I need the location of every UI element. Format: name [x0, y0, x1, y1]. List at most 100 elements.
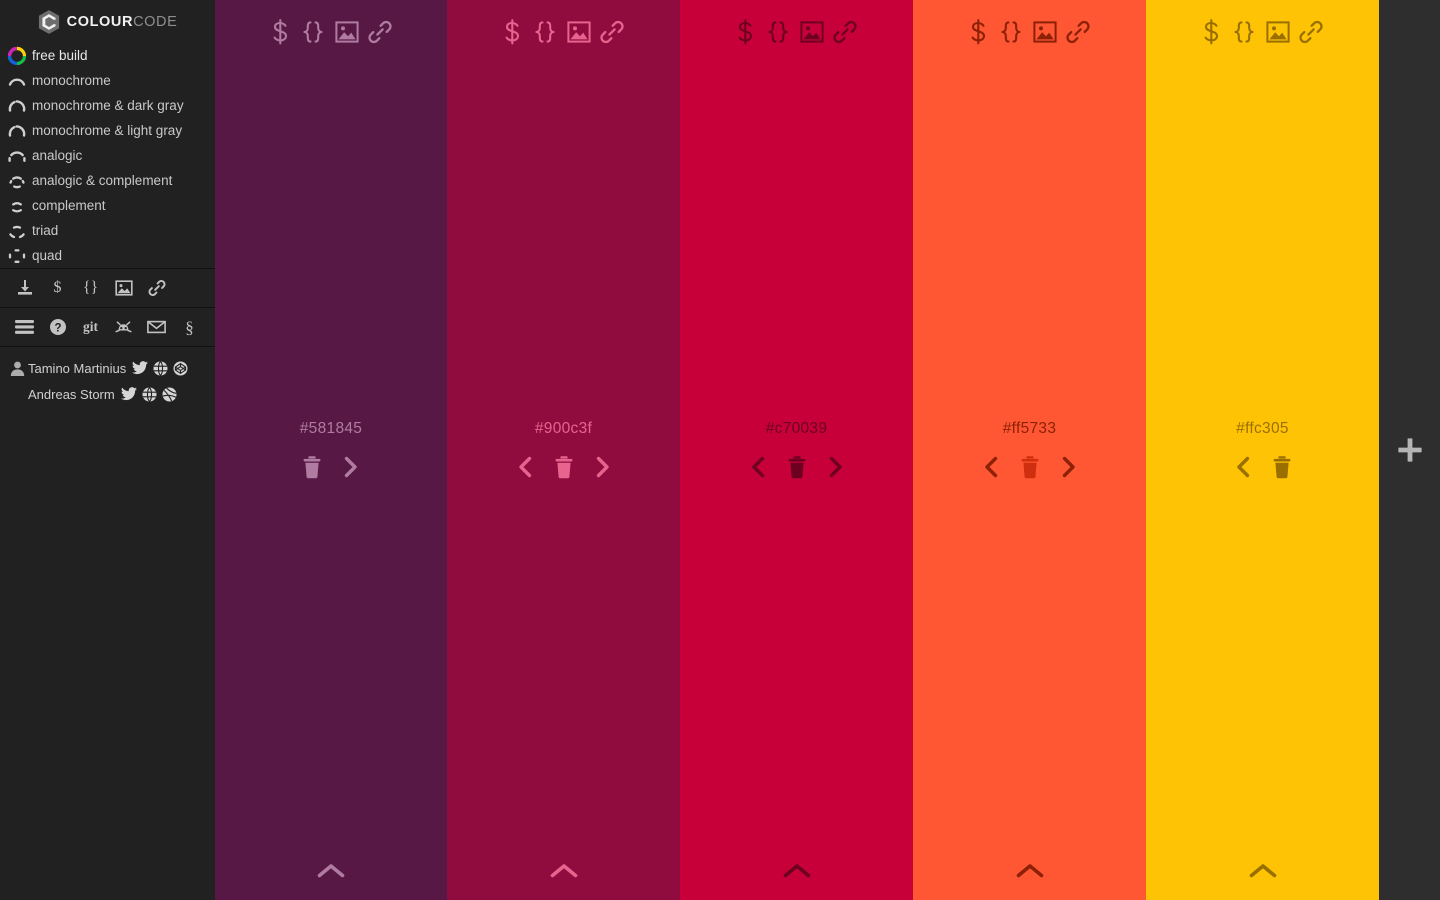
arc-analogic-icon	[3, 145, 30, 167]
image-icon[interactable]	[1266, 21, 1290, 43]
trash-icon[interactable]	[1019, 455, 1041, 479]
arc-quad-icon	[3, 245, 30, 267]
download-icon[interactable]	[8, 273, 41, 303]
braces-icon[interactable]	[1231, 19, 1257, 45]
braces-icon[interactable]	[765, 19, 791, 45]
chevron-up-icon[interactable]	[1146, 862, 1379, 880]
dollar-icon[interactable]	[503, 19, 523, 45]
sidebar: COLOURCODE free build monochrome monochr…	[0, 0, 215, 900]
chevron-right-icon[interactable]	[1059, 454, 1079, 480]
twitter-icon[interactable]	[132, 361, 149, 375]
column-center: #c70039	[680, 420, 913, 480]
sidebar-item-quad[interactable]: quad	[0, 243, 215, 268]
help-icon[interactable]: ?	[41, 312, 74, 342]
chevron-up-icon[interactable]	[447, 862, 680, 880]
colour-column[interactable]: #ff5733	[913, 0, 1146, 900]
column-export-icons	[969, 19, 1090, 45]
dribbble-icon[interactable]	[162, 387, 177, 402]
dollar-icon[interactable]: $	[41, 273, 74, 303]
hex-value[interactable]: #ff5733	[1003, 420, 1057, 438]
sidebar-item-label: analogic & complement	[32, 172, 173, 188]
link-icon[interactable]	[1066, 20, 1090, 44]
arc-mono-dark-icon	[3, 95, 30, 117]
braces-icon[interactable]: {}	[74, 273, 107, 303]
git-icon[interactable]: git	[74, 312, 107, 342]
sidebar-item-monochrome[interactable]: monochrome	[0, 68, 215, 93]
sidebar-item-monochrome-dark-gray[interactable]: monochrome & dark gray	[0, 93, 215, 118]
mail-icon[interactable]	[140, 312, 173, 342]
hex-value[interactable]: #ffc305	[1236, 420, 1289, 438]
sidebar-item-analogic-complement[interactable]: analogic & complement	[0, 168, 215, 193]
dollar-icon[interactable]	[1202, 19, 1222, 45]
chevron-up-icon[interactable]	[680, 862, 913, 880]
sidebar-item-analogic[interactable]: analogic	[0, 143, 215, 168]
colour-column[interactable]: #ffc305	[1146, 0, 1379, 900]
image-icon[interactable]	[334, 21, 359, 43]
twitter-icon[interactable]	[120, 387, 137, 401]
globe-icon[interactable]	[142, 386, 157, 402]
hex-value[interactable]: #900c3f	[535, 420, 592, 438]
link-icon[interactable]	[367, 20, 392, 44]
trash-icon[interactable]	[1271, 455, 1293, 479]
image-icon[interactable]	[800, 21, 824, 43]
column-center: #ffc305	[1146, 420, 1379, 480]
scheme-list: free build monochrome monochrome & dark …	[0, 40, 215, 268]
trash-icon[interactable]	[301, 455, 323, 479]
codepen-icon[interactable]	[173, 361, 188, 376]
hex-value[interactable]: #c70039	[766, 420, 828, 438]
link-icon[interactable]	[140, 273, 173, 303]
chevron-right-icon[interactable]	[826, 454, 846, 480]
link-icon[interactable]	[833, 20, 857, 44]
hexagon-c-logo-icon	[38, 10, 60, 34]
dollar-icon[interactable]	[969, 19, 989, 45]
bug-icon[interactable]	[107, 312, 140, 342]
chevron-right-icon[interactable]	[593, 454, 613, 480]
chevron-left-icon[interactable]	[515, 454, 535, 480]
colour-column[interactable]: #c70039	[680, 0, 913, 900]
braces-icon[interactable]	[300, 19, 326, 45]
credit-name: Andreas Storm	[28, 386, 115, 402]
chevron-up-icon[interactable]	[215, 862, 447, 880]
menu-icon[interactable]	[8, 312, 41, 342]
brand-title-bold: COLOUR	[66, 14, 134, 30]
chevron-left-icon[interactable]	[981, 454, 1001, 480]
trash-icon[interactable]	[553, 455, 575, 479]
sidebar-item-label: monochrome & dark gray	[32, 97, 184, 113]
brand-title: COLOURCODE	[67, 14, 178, 30]
braces-icon[interactable]	[532, 19, 558, 45]
chevron-left-icon[interactable]	[1233, 454, 1253, 480]
sidebar-item-monochrome-light-gray[interactable]: monochrome & light gray	[0, 118, 215, 143]
chevron-right-icon[interactable]	[341, 454, 361, 480]
sidebar-item-label: quad	[32, 247, 63, 263]
column-export-icons	[1202, 19, 1323, 45]
image-icon[interactable]	[567, 21, 591, 43]
sidebar-item-free-build[interactable]: free build	[0, 43, 215, 68]
image-icon[interactable]	[107, 273, 140, 303]
arc-mono-light-icon	[3, 120, 30, 142]
link-icon[interactable]	[600, 20, 624, 44]
sidebar-item-label: triad	[32, 222, 59, 238]
sidebar-item-triad[interactable]: triad	[0, 218, 215, 243]
braces-icon[interactable]	[998, 19, 1024, 45]
dollar-icon[interactable]	[271, 19, 291, 45]
colour-column[interactable]: #581845	[215, 0, 447, 900]
credit-name: Tamino Martinius	[28, 360, 127, 376]
arc-mono-icon	[3, 70, 30, 92]
chevron-left-icon[interactable]	[748, 454, 768, 480]
arc-analogic-complement-icon	[3, 170, 30, 192]
image-icon[interactable]	[1033, 21, 1057, 43]
brand[interactable]: COLOURCODE	[0, 0, 215, 40]
column-controls	[1233, 454, 1293, 480]
chevron-up-icon[interactable]	[913, 862, 1146, 880]
trash-icon[interactable]	[786, 455, 808, 479]
link-icon[interactable]	[1299, 20, 1323, 44]
colour-column[interactable]: #900c3f	[447, 0, 680, 900]
legal-icon[interactable]: §	[173, 312, 206, 342]
colour-columns: #581845 #900c3f #c70039 #ff5733 #ffc305	[215, 0, 1440, 900]
dollar-icon[interactable]	[736, 19, 756, 45]
hex-value[interactable]: #581845	[300, 420, 362, 438]
sidebar-item-label: monochrome & light gray	[32, 122, 183, 138]
sidebar-item-complement[interactable]: complement	[0, 193, 215, 218]
add-column-button[interactable]	[1379, 0, 1440, 900]
globe-icon[interactable]	[153, 360, 168, 376]
